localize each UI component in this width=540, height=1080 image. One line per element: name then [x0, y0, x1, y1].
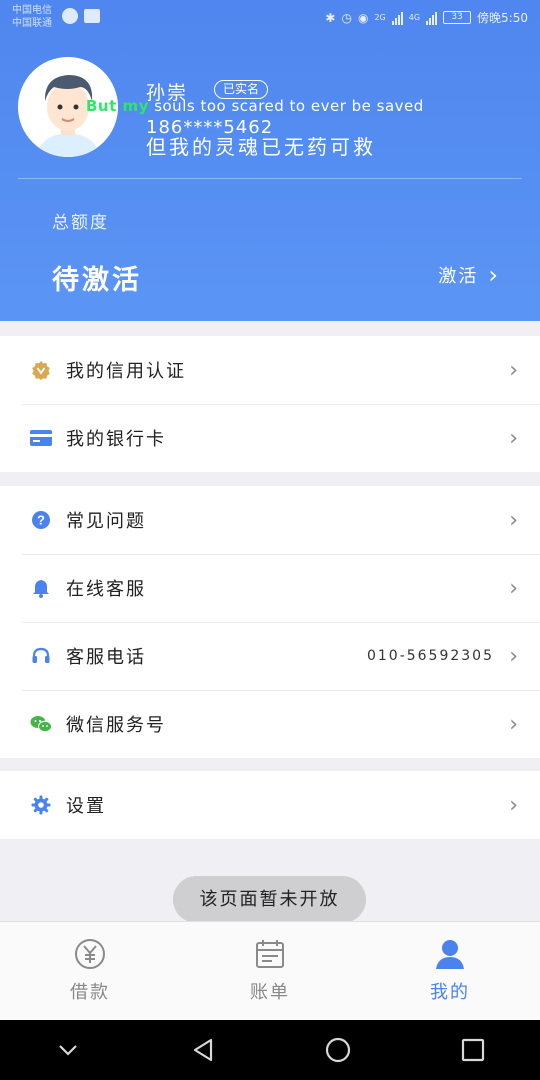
menu-label: 微信服务号: [66, 715, 166, 736]
lyric-english-prefix: But my: [86, 97, 149, 115]
home-button[interactable]: [318, 1030, 358, 1070]
lyric-english-text: souls too scared to ever be saved: [148, 97, 424, 115]
menu-label: 在线客服: [66, 579, 146, 600]
notification-icon: [62, 8, 78, 24]
menu-label: 我的银行卡: [66, 429, 166, 450]
menu-item-faq[interactable]: ? 常见问题 ›: [0, 486, 540, 554]
back-button[interactable]: [183, 1030, 223, 1070]
tab-loan[interactable]: 借款: [0, 922, 180, 1020]
menu-label: 客服电话: [66, 647, 146, 668]
menu-group-settings: 设置 ›: [0, 771, 540, 839]
signal-1-icon: [391, 11, 403, 25]
signal-2-icon: [426, 11, 438, 25]
back-triangle-icon: [193, 1038, 212, 1062]
chevron-right-icon: ›: [509, 712, 518, 737]
menu-item-credit-certification[interactable]: 我的信用认证 ›: [0, 336, 540, 404]
activate-label: 激活: [438, 266, 479, 287]
verified-badge-icon: [30, 359, 52, 381]
tab-mine[interactable]: 我的: [360, 922, 540, 1020]
lyric-english: But my souls too scared to ever be saved: [86, 97, 424, 115]
menu-group-support: ? 常见问题 › 在线客服 › 客服电话 010-56592305 › 微信服务…: [0, 486, 540, 758]
service-phone-number: 010-56592305: [366, 648, 494, 664]
calendar-icon: [256, 940, 284, 968]
tab-label: 我的: [430, 982, 470, 1003]
tab-bills[interactable]: 账单: [180, 922, 360, 1020]
quota-label: 总额度: [52, 213, 109, 233]
chevron-right-icon: ›: [509, 576, 518, 601]
tab-label: 借款: [70, 982, 110, 1003]
bank-card-icon: [30, 427, 52, 449]
quota-status: 待激活: [52, 265, 142, 296]
network-type-1: 2G: [374, 13, 386, 22]
carrier-1: 中国电信: [12, 5, 52, 16]
clock: 傍晚5:50: [477, 11, 528, 25]
battery-icon: 33: [443, 11, 472, 24]
hide-nav-button[interactable]: [48, 1030, 88, 1070]
headset-icon: [30, 645, 52, 667]
network-type-2: 4G: [408, 13, 421, 22]
chevron-right-icon: ›: [509, 644, 518, 669]
person-icon: [436, 940, 464, 969]
menu-label: 设置: [66, 796, 106, 817]
status-bar: 中国电信 中国联通 ✱ ◷ ◉ 2G 4G 33 傍晚5:50: [0, 0, 540, 36]
menu-item-service-phone[interactable]: 客服电话 010-56592305 ›: [0, 622, 540, 690]
menu-item-online-service[interactable]: 在线客服 ›: [0, 554, 540, 622]
home-circle-icon: [325, 1037, 350, 1063]
chevron-down-icon: [58, 1045, 77, 1056]
chevron-right-icon: ›: [509, 793, 518, 818]
carrier-2: 中国联通: [12, 18, 52, 29]
bottom-tab-bar: 借款 账单 我的: [0, 921, 540, 1020]
profile-header: 中国电信 中国联通 ✱ ◷ ◉ 2G 4G 33 傍晚5:50 孙崇 已实名 B…: [0, 0, 540, 321]
chevron-right-icon: ›: [509, 508, 518, 533]
svg-text:?: ?: [37, 513, 45, 528]
menu-item-settings[interactable]: 设置 ›: [0, 771, 540, 839]
eye-comfort-icon: ◉: [357, 10, 369, 25]
wechat-icon: [30, 713, 52, 735]
menu-item-bank-card[interactable]: 我的银行卡 ›: [0, 404, 540, 472]
activate-button[interactable]: 激活 ›: [438, 262, 500, 288]
header-divider: [18, 178, 522, 179]
tab-label: 账单: [250, 982, 290, 1003]
system-navigation-bar: [0, 1020, 540, 1080]
chevron-right-icon: ›: [509, 426, 518, 451]
carrier-info: 中国电信 中国联通: [12, 4, 52, 30]
bell-icon: [30, 577, 52, 599]
menu-group-account: 我的信用认证 › 我的银行卡 ›: [0, 336, 540, 472]
square-icon: [461, 1038, 484, 1062]
app-notification-icon: [84, 9, 100, 23]
toast-message: 该页面暂未开放: [173, 876, 366, 923]
lyric-chinese: 但我的灵魂已无药可救: [146, 135, 376, 159]
question-icon: ?: [30, 509, 52, 531]
chevron-right-icon: ›: [509, 358, 518, 383]
yen-circle-icon: [75, 939, 105, 969]
bluetooth-icon: ✱: [325, 10, 336, 25]
menu-item-wechat-account[interactable]: 微信服务号 ›: [0, 690, 540, 758]
chevron-right-icon: ›: [488, 261, 500, 289]
recent-apps-button[interactable]: [453, 1030, 493, 1070]
gear-icon: [30, 794, 52, 816]
alarm-icon: ◷: [341, 10, 352, 25]
menu-label: 常见问题: [66, 511, 146, 532]
menu-label: 我的信用认证: [66, 361, 186, 382]
